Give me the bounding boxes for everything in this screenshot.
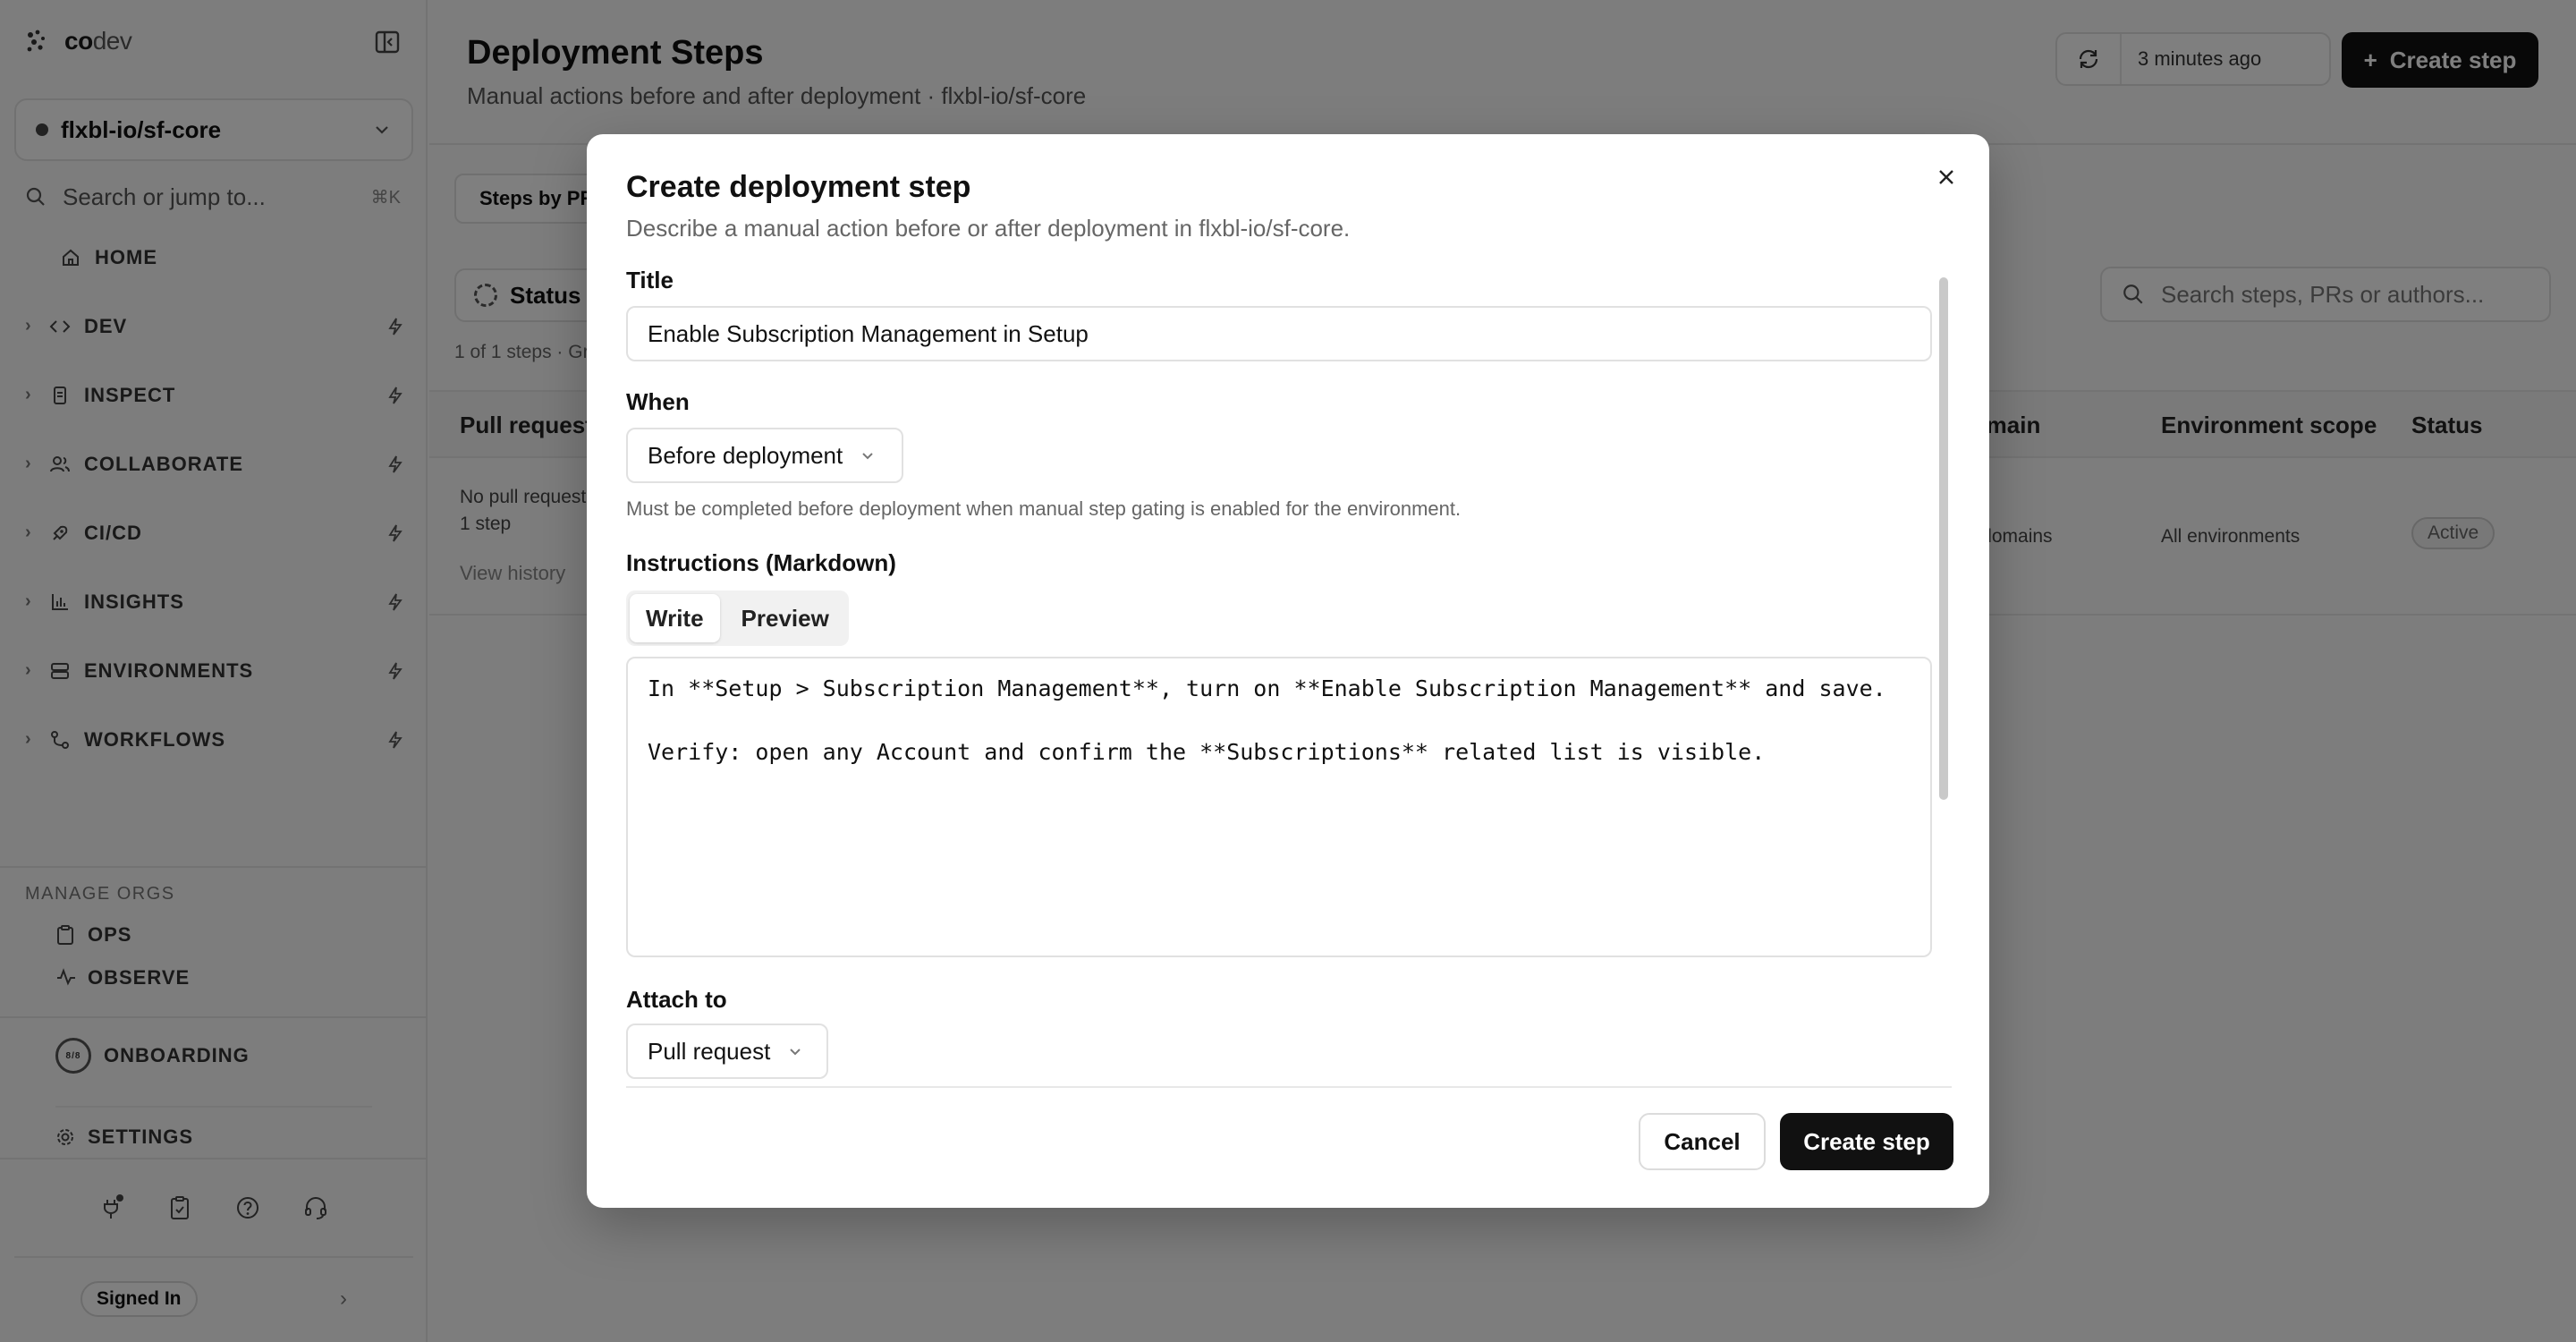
dialog-description: Describe a manual action before or after… xyxy=(626,215,1351,242)
dialog-title: Create deployment step xyxy=(626,170,971,204)
editor-tabs: Write Preview xyxy=(626,590,849,646)
attach-to-label: Attach to xyxy=(626,986,727,1013)
when-value: Before deployment xyxy=(648,441,843,469)
dialog-scrollbar[interactable] xyxy=(1939,277,1948,800)
instructions-label: Instructions (Markdown) xyxy=(626,549,896,576)
when-help-text: Must be completed before deployment when… xyxy=(626,497,1462,520)
dialog-footer-divider xyxy=(626,1086,1952,1088)
chevron-down-icon xyxy=(862,453,873,460)
title-label: Title xyxy=(626,267,674,293)
cancel-button[interactable]: Cancel xyxy=(1639,1113,1766,1170)
when-label: When xyxy=(626,388,690,415)
when-select[interactable]: Before deployment xyxy=(626,428,903,483)
chevron-down-icon xyxy=(790,1049,801,1056)
create-deployment-step-dialog: Create deployment step Describe a manual… xyxy=(587,134,1989,1208)
tab-write[interactable]: Write xyxy=(630,594,720,642)
attach-to-select[interactable]: Pull request xyxy=(626,1023,828,1079)
tab-preview[interactable]: Preview xyxy=(725,594,845,642)
submit-create-step-button[interactable]: Create step xyxy=(1780,1113,1953,1170)
title-field[interactable]: Enable Subscription Management in Setup xyxy=(626,306,1932,361)
instructions-textarea[interactable]: In **Setup > Subscription Management**, … xyxy=(626,657,1932,957)
close-icon[interactable] xyxy=(1928,159,1964,195)
attach-to-value: Pull request xyxy=(648,1037,771,1065)
